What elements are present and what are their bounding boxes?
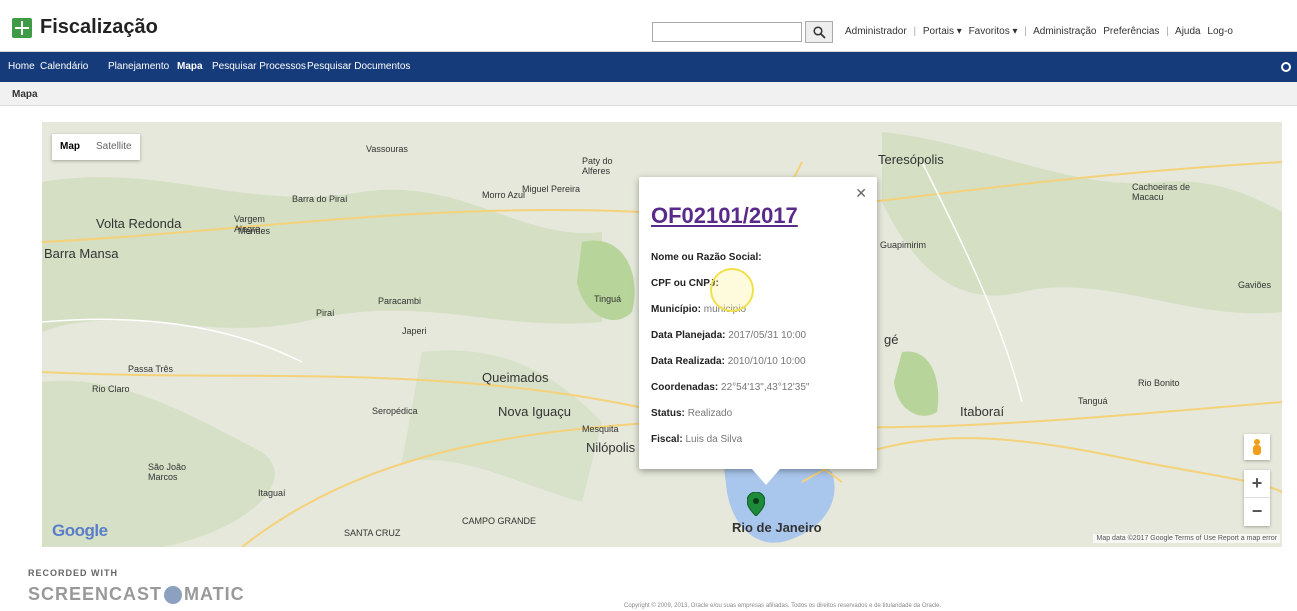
info-window-tail (752, 469, 780, 485)
link-favoritos[interactable]: Favoritos ▾ (969, 26, 1018, 37)
place-label: Barra Mansa (44, 246, 119, 261)
place-label: São João Marcos (148, 462, 187, 482)
breadcrumb-bar: Mapa (0, 82, 1297, 106)
place-label: Queimados (482, 370, 549, 385)
place-label: Tanguá (1078, 396, 1108, 406)
place-label: Paracambi (378, 296, 422, 306)
info-window: ✕ OF02101/2017 Nome ou Razão Social: CPF… (639, 177, 877, 469)
place-label: Barra do Piraí (292, 194, 348, 204)
place-label: Morro Azul (482, 190, 526, 200)
nav-pesquisar-documentos[interactable]: Pesquisar Documentos (307, 61, 410, 72)
place-label: SANTA CRUZ (344, 528, 401, 538)
link-preferencias[interactable]: Preferências (1103, 26, 1159, 37)
zoom-out-button[interactable]: − (1244, 498, 1270, 526)
place-label: gé (884, 332, 899, 347)
info-row-status: Status: Realizado (651, 408, 733, 419)
info-row-nome: Nome ou Razão Social: (651, 252, 762, 263)
place-label: Itaguaí (258, 488, 286, 498)
place-label: Tinguá (594, 294, 622, 304)
info-row-fiscal: Fiscal: Luis da Silva (651, 434, 743, 445)
link-logout[interactable]: Log-o (1207, 26, 1233, 37)
link-ajuda[interactable]: Ajuda (1175, 26, 1201, 37)
nav-planejamento[interactable]: Planejamento (108, 61, 169, 72)
place-label: Seropédica (372, 406, 418, 416)
place-label: Mesquita (582, 424, 619, 434)
cursor-highlight (710, 268, 754, 312)
zoom-control: + − (1244, 470, 1270, 526)
app-title: Fiscalização (40, 16, 158, 38)
place-label: Nilópolis (586, 440, 636, 455)
info-row-data-planejada: Data Planejada: 2017/05/31 10:00 (651, 330, 807, 341)
gear-icon[interactable] (1281, 62, 1291, 72)
top-links: Administrador | Portais ▾ Favoritos ▾ | … (845, 26, 1233, 37)
zoom-in-button[interactable]: + (1244, 470, 1270, 498)
nav-calendario[interactable]: Calendário (40, 61, 88, 72)
link-administracao[interactable]: Administração (1033, 26, 1096, 37)
screencast-logo: SCREENCAST MATIC (28, 584, 245, 605)
recorded-with-label: RECORDED WITH (28, 568, 118, 578)
info-row-data-realizada: Data Realizada: 2010/10/10 10:00 (651, 356, 806, 367)
nav-mapa[interactable]: Mapa (177, 61, 203, 72)
search-input[interactable] (652, 22, 802, 42)
place-label: Vargem Alegre (234, 214, 265, 234)
screencast-dot-icon (164, 586, 183, 605)
place-label: Volta Redonda (96, 216, 182, 231)
map-type-satellite-button[interactable]: Satellite (88, 134, 140, 160)
info-title-link[interactable]: OF02101/2017 (651, 203, 798, 229)
pegman-icon[interactable] (1244, 434, 1270, 460)
search-icon (813, 26, 826, 39)
search-button[interactable] (805, 21, 833, 43)
info-row-coordenadas: Coordenadas: 22°54'13",43°12'35" (651, 382, 810, 393)
close-icon[interactable]: ✕ (855, 185, 867, 202)
place-label: Cachoeiras de Macacu (1132, 182, 1191, 202)
link-administrador[interactable]: Administrador (845, 26, 907, 37)
place-label: Teresópolis (878, 152, 944, 167)
place-label: Rio de Janeiro (732, 520, 822, 535)
info-row-cpf: CPF ou CNPJ: (651, 278, 719, 289)
map-type-map-button[interactable]: Map (52, 134, 88, 160)
place-label: Nova Iguaçu (498, 404, 571, 419)
nav-pesquisar-processos[interactable]: Pesquisar Processos (212, 61, 306, 72)
app-logo-icon (12, 18, 32, 38)
map-type-control: Map Satellite (52, 134, 140, 160)
place-label: Vassouras (366, 144, 408, 154)
nav-bar: Home Calendário Planejamento Mapa Pesqui… (0, 52, 1297, 82)
place-label: Passa Três (128, 364, 174, 374)
breadcrumb: Mapa (12, 89, 38, 100)
place-label: CAMPO GRANDE (462, 516, 537, 526)
place-label: Miguel Pereira (522, 184, 581, 194)
map-marker-icon[interactable] (747, 492, 765, 516)
map-attribution[interactable]: Map data ©2017 Google Terms of Use Repor… (1093, 534, 1280, 543)
copyright-text: Copyright © 2009, 2013, Oracle e/ou suas… (624, 603, 942, 609)
place-label: Paty do Alferes (582, 156, 613, 176)
footer: RECORDED WITH SCREENCAST MATIC Copyright … (0, 560, 1297, 611)
top-bar: Fiscalização Administrador | Portais ▾ F… (0, 0, 1297, 52)
place-label: Japeri (402, 326, 427, 336)
place-label: Rio Claro (92, 384, 130, 394)
place-label: Guapimirim (880, 240, 927, 250)
nav-home[interactable]: Home (8, 61, 35, 72)
place-label: Piraí (316, 308, 335, 318)
link-portais[interactable]: Portais ▾ (923, 26, 962, 37)
place-label: Rio Bonito (1138, 378, 1180, 388)
google-logo: Google (52, 521, 108, 540)
place-label: Gaviões (1238, 280, 1272, 290)
place-label: Itaboraí (960, 404, 1005, 419)
